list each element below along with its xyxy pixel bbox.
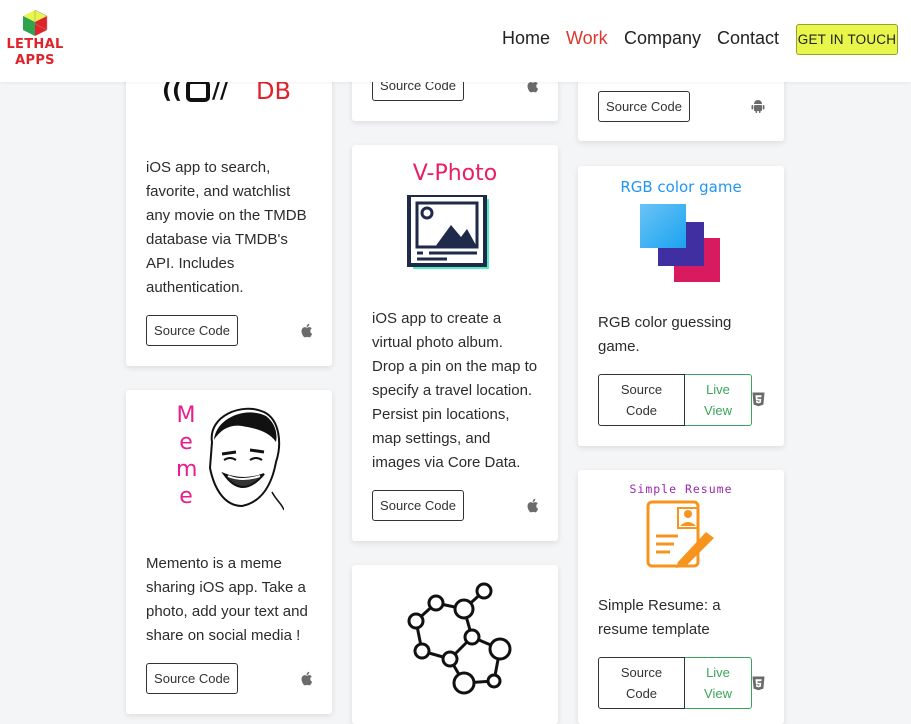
resume-live-view-button[interactable]: Live View — [685, 657, 752, 709]
meme-face-icon — [208, 407, 284, 511]
get-in-touch-button[interactable]: GET IN TOUCH — [796, 24, 898, 55]
vphoto-logo-text: V-Photo — [412, 161, 498, 186]
project-card-molecule — [352, 565, 558, 724]
resume-source-code-button[interactable]: Source Code — [598, 657, 685, 709]
nav-home[interactable]: Home — [502, 28, 550, 49]
apple-icon — [301, 323, 313, 338]
meme-source-code-button[interactable]: Source Code — [146, 663, 238, 694]
navbar: LETHAL APPS Home Work Company Contact GE… — [0, 0, 911, 82]
svg-text:((: (( — [162, 80, 182, 102]
rgb-logo-text: RGB color game — [620, 178, 742, 196]
vphoto-source-code-button[interactable]: Source Code — [372, 490, 464, 521]
resume-button-group: Source Code Live View — [598, 657, 752, 709]
nav-work[interactable]: Work — [566, 28, 608, 49]
meme-description: Memento is a meme sharing iOS app. Take … — [146, 555, 308, 644]
project-card-meme: M e m e Memento is a meme sharing iOS ap… — [126, 390, 332, 714]
photo-frame-icon — [407, 195, 489, 269]
rgb-live-view-button[interactable]: Live View — [685, 374, 752, 426]
html5-icon — [752, 392, 765, 407]
vphoto-description: iOS app to create a virtual photo album.… — [372, 310, 538, 471]
tmdb-logo-icon: (( // DB — [162, 80, 291, 102]
brand-line1: LETHAL — [6, 37, 64, 52]
tmdb-source-code-button[interactable]: Source Code — [146, 315, 238, 346]
apple-icon — [301, 671, 313, 686]
brand-line2: APPS — [15, 53, 55, 68]
rgb-source-code-button[interactable]: Source Code — [598, 374, 685, 426]
svg-text://: // — [212, 80, 229, 102]
brand-logo[interactable]: LETHAL APPS — [4, 8, 66, 72]
project-card-rgb: RGB color game RGB color guessing game. … — [578, 166, 784, 446]
logo-cube-icon — [23, 9, 48, 36]
nav-contact[interactable]: Contact — [717, 28, 779, 49]
project-card-resume: Simple Resume Simple Resume: a resume te… — [578, 470, 784, 724]
project-card-vphoto: V-Photo iOS app to create a virtual phot… — [352, 145, 558, 541]
meme-logo-letters: M e m e — [176, 403, 198, 509]
tmdb-logo-text: DB — [256, 80, 291, 102]
resume-description: Simple Resume: a resume template — [598, 597, 721, 638]
tmdb-description: iOS app to search, favorite, and watchli… — [146, 159, 307, 296]
nav-company[interactable]: Company — [624, 28, 701, 49]
resume-logo-text: Simple Resume — [629, 482, 733, 496]
rgb-squares-icon — [640, 204, 720, 282]
html5-icon — [752, 676, 765, 691]
resume-document-icon — [646, 500, 714, 568]
project-card-tmdb: (( // DB iOS app to search, favorite, an… — [126, 40, 332, 366]
rgb-description: RGB color guessing game. — [598, 314, 732, 355]
apple-icon — [527, 498, 539, 513]
rgb-button-group: Source Code Live View — [598, 374, 752, 426]
android-icon — [751, 100, 765, 113]
molecule-icon — [407, 582, 512, 695]
top-right-source-code-button[interactable]: Source Code — [598, 91, 690, 122]
